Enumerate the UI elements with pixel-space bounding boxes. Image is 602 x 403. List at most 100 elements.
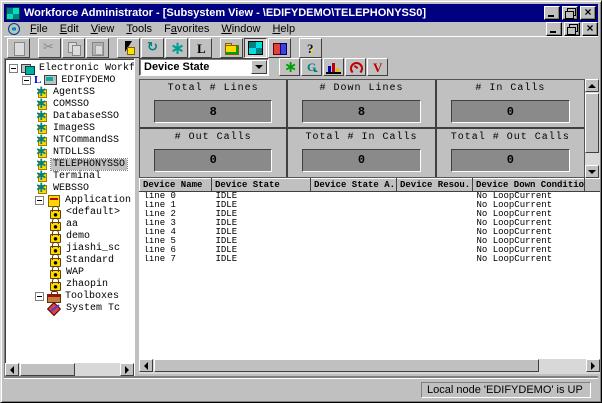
stat-label: Total # In Calls xyxy=(288,132,434,143)
tree-item-demo[interactable]: demo xyxy=(5,230,134,242)
collapse-toggle[interactable] xyxy=(35,196,44,205)
copy-button xyxy=(62,38,85,58)
combo-dropdown-button[interactable] xyxy=(251,60,267,74)
tree-item-default[interactable]: <default> xyxy=(5,206,134,218)
table-row[interactable]: line 3IDLENo LoopCurrent xyxy=(140,219,601,228)
scrollbar-thumb[interactable] xyxy=(20,363,75,376)
device-table: Device NameDevice StateDevice State A...… xyxy=(139,178,600,264)
stat-card-down-lines: # Down Lines8 xyxy=(288,80,436,129)
stats-vertical-scrollbar[interactable] xyxy=(585,79,600,178)
menu-items: FileEditViewToolsFavoritesWindowHelp xyxy=(24,22,301,36)
window-split-button[interactable] xyxy=(268,38,291,58)
tree-item-electronic-workfor[interactable]: Electronic Workfor xyxy=(5,62,134,74)
scroll-down-button[interactable] xyxy=(585,165,599,178)
tree-item-zhaopin[interactable]: zhaopin xyxy=(5,278,134,290)
tree-item-telephonysso[interactable]: TELEPHONYSSO xyxy=(5,158,134,170)
menu-item-view[interactable]: View xyxy=(85,22,121,36)
table-cell: IDLE xyxy=(212,219,311,228)
menu-item-edit[interactable]: Edit xyxy=(54,22,85,36)
tree-item-toolboxes[interactable]: Toolboxes xyxy=(5,290,134,302)
tree-item-label: zhaopin xyxy=(64,279,110,290)
table-cell: No LoopCurrent xyxy=(473,201,585,210)
folder-button[interactable] xyxy=(220,38,243,58)
column-header-device-state-a[interactable]: Device State A... xyxy=(311,179,397,192)
minimize-button[interactable] xyxy=(544,6,560,20)
refresh-button[interactable] xyxy=(141,38,164,58)
tree-item-system-tc[interactable]: System Tc xyxy=(5,302,134,314)
tree-item-wap[interactable]: WAP xyxy=(5,266,134,278)
table-cell: No LoopCurrent xyxy=(473,192,585,202)
stat-value: 0 xyxy=(451,100,570,123)
tree-item-label: Terminal xyxy=(51,171,103,182)
collapse-toggle[interactable] xyxy=(22,76,31,85)
menu-item-window[interactable]: Window xyxy=(215,22,266,36)
tree-item-jiashi-sc[interactable]: jiashi_sc xyxy=(5,242,134,254)
pointer-button[interactable] xyxy=(117,38,140,58)
table-row[interactable]: line 7IDLENo LoopCurrent xyxy=(140,255,601,264)
scroll-left-button[interactable] xyxy=(139,359,153,372)
table-row[interactable]: line 1IDLENo LoopCurrent xyxy=(140,201,601,210)
device-table-container: Device NameDevice StateDevice State A...… xyxy=(139,178,600,359)
collapse-toggle[interactable] xyxy=(9,64,18,73)
table-row[interactable]: line 6IDLENo LoopCurrent xyxy=(140,246,601,255)
tree-item-agentss[interactable]: AgentSS xyxy=(5,86,134,98)
close-button[interactable] xyxy=(582,22,598,36)
restore-button[interactable] xyxy=(562,6,578,20)
tree-item-terminal[interactable]: Terminal xyxy=(5,170,134,182)
tree-horizontal-scrollbar[interactable] xyxy=(5,363,134,377)
table-row[interactable]: line 4IDLENo LoopCurrent xyxy=(140,228,601,237)
letter-l-button[interactable] xyxy=(189,38,212,58)
tree-item-ntdllss[interactable]: NTDLLSS xyxy=(5,146,134,158)
table-cell xyxy=(311,201,397,210)
red-v-button[interactable] xyxy=(367,58,388,76)
gear-button[interactable] xyxy=(165,38,188,58)
table-cell xyxy=(311,192,397,202)
stat-card-in-calls: # In Calls0 xyxy=(437,80,585,129)
column-header-blank[interactable] xyxy=(585,179,601,192)
tree-item-label: Electronic Workfor xyxy=(37,63,135,74)
column-header-device-down-condition[interactable]: Device Down Condition xyxy=(473,179,585,192)
collapse-toggle[interactable] xyxy=(35,292,44,301)
tree-item-application[interactable]: Application xyxy=(5,194,134,206)
bar-chart-button[interactable] xyxy=(323,58,344,76)
g-refresh-icon xyxy=(304,60,319,74)
table-row[interactable]: line 0IDLENo LoopCurrent xyxy=(140,192,601,202)
table-row[interactable]: line 5IDLENo LoopCurrent xyxy=(140,237,601,246)
help-button[interactable] xyxy=(299,38,322,58)
column-header-device-name[interactable]: Device Name xyxy=(140,179,212,192)
g-refresh-button[interactable] xyxy=(301,58,322,76)
scrollbar-thumb[interactable] xyxy=(585,93,599,153)
close-button[interactable] xyxy=(580,6,596,20)
view-toolbar xyxy=(279,58,389,76)
menu-item-tools[interactable]: Tools xyxy=(120,22,158,36)
minimize-button[interactable] xyxy=(546,22,562,36)
column-header-device-resou[interactable]: Device Resou... xyxy=(397,179,473,192)
menu-item-help[interactable]: Help xyxy=(266,22,301,36)
restore-button[interactable] xyxy=(564,22,580,36)
table-horizontal-scrollbar[interactable] xyxy=(139,359,600,374)
scrollbar-thumb[interactable] xyxy=(154,359,539,372)
tree-item-imagess[interactable]: ImageSS xyxy=(5,122,134,134)
tree-item-aa[interactable]: aa xyxy=(5,218,134,230)
tree-item-standard[interactable]: Standard xyxy=(5,254,134,266)
menu-item-favorites[interactable]: Favorites xyxy=(158,22,215,36)
view-selector-combobox[interactable]: Device State xyxy=(139,58,269,76)
green-gear-button[interactable] xyxy=(279,58,300,76)
table-row[interactable]: line 2IDLENo LoopCurrent xyxy=(140,210,601,219)
tree-item-edifydemo[interactable]: LEDIFYDEMO xyxy=(5,74,134,86)
tree-item-comsso[interactable]: COMSSO xyxy=(5,98,134,110)
app-icon xyxy=(48,218,61,230)
tree-item-websso[interactable]: WEBSSO xyxy=(5,182,134,194)
scroll-right-button[interactable] xyxy=(120,363,134,376)
scroll-right-button[interactable] xyxy=(586,359,600,372)
tree-item-ntcommandss[interactable]: NTCommandSS xyxy=(5,134,134,146)
column-header-device-state[interactable]: Device State xyxy=(212,179,311,192)
grid-button[interactable] xyxy=(244,38,267,58)
bar-chart-icon xyxy=(326,61,341,74)
scroll-left-button[interactable] xyxy=(5,363,19,376)
scroll-up-button[interactable] xyxy=(585,79,599,92)
menu-item-file[interactable]: File xyxy=(24,22,54,36)
tree-item-databasesso[interactable]: DatabaseSSO xyxy=(5,110,134,122)
help-icon xyxy=(303,41,318,55)
gauge-button[interactable] xyxy=(345,58,366,76)
